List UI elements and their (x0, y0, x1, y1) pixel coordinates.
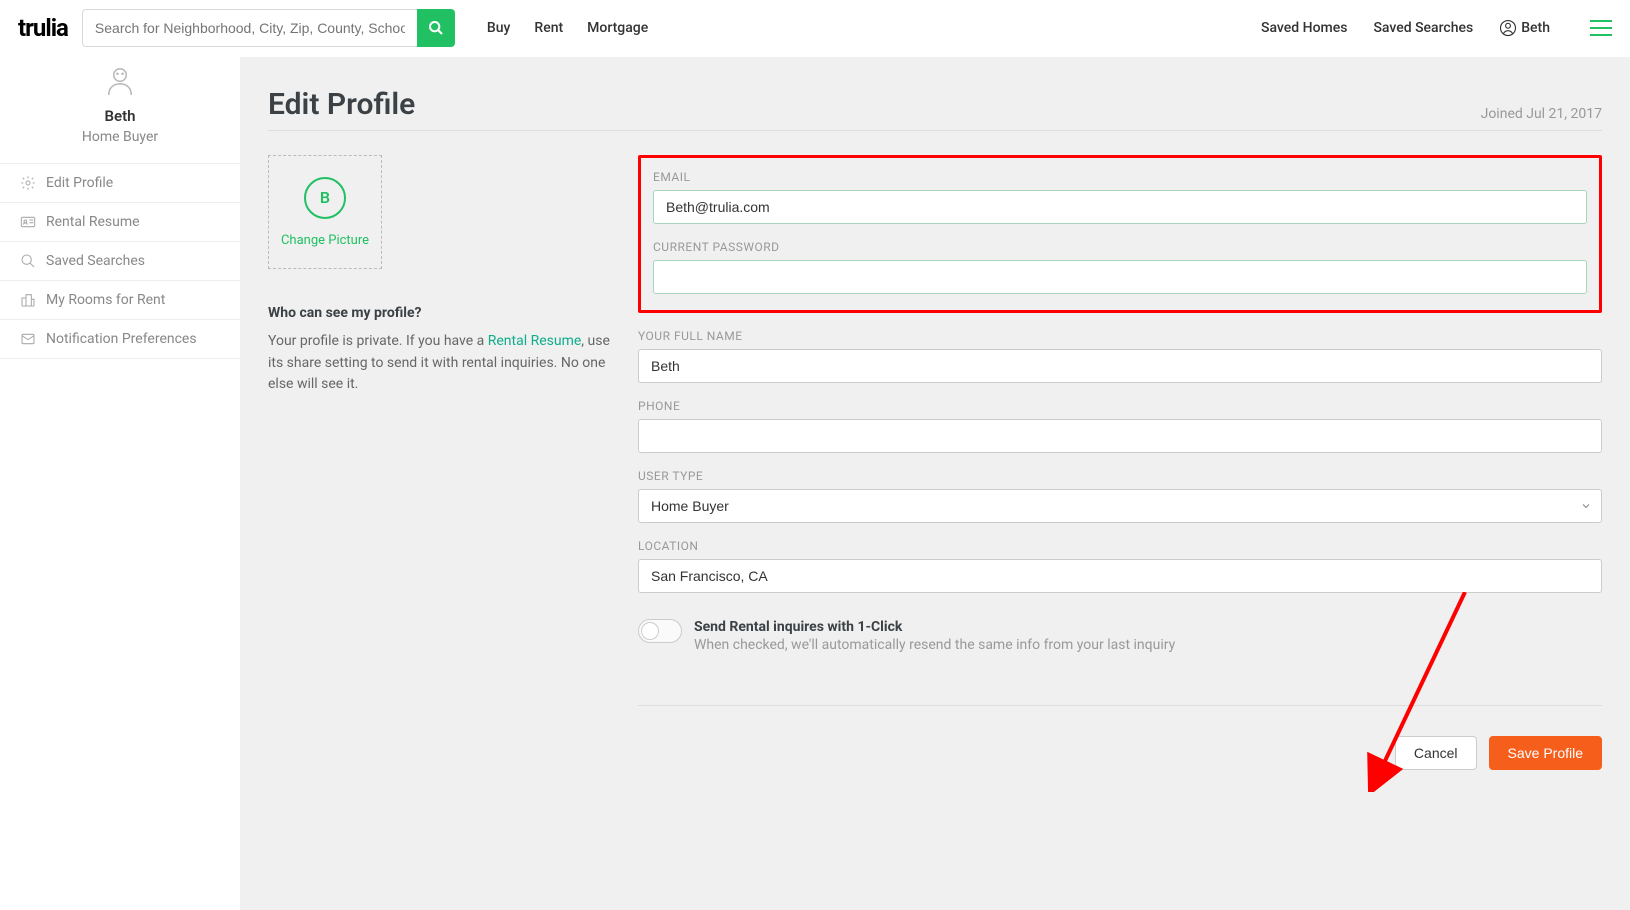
header-right: Saved Homes Saved Searches Beth (1261, 19, 1612, 37)
avatar-icon (0, 65, 240, 99)
search-wrap (82, 9, 455, 47)
search-icon (428, 20, 444, 36)
privacy-heading: Who can see my profile? (268, 305, 610, 321)
title-row: Edit Profile Joined Jul 21, 2017 (268, 87, 1602, 131)
user-type-block: USER TYPE (638, 469, 1602, 523)
location-input[interactable] (638, 559, 1602, 593)
highlight-box: EMAIL CURRENT PASSWORD (638, 155, 1602, 313)
logo[interactable]: trulia (18, 14, 68, 42)
full-name-block: YOUR FULL NAME (638, 329, 1602, 383)
change-picture-label: Change Picture (281, 233, 369, 248)
right-column: EMAIL CURRENT PASSWORD YOUR FULL NAME PH… (638, 155, 1602, 770)
one-click-title: Send Rental inquires with 1-Click (694, 619, 902, 635)
one-click-text: Send Rental inquires with 1-Click When c… (694, 619, 1175, 653)
full-name-input[interactable] (638, 349, 1602, 383)
hamburger-line-icon (1590, 27, 1612, 29)
actions-row: Cancel Save Profile (638, 705, 1602, 770)
joined-date: Joined Jul 21, 2017 (1481, 106, 1602, 122)
sidebar-item-label: Edit Profile (46, 175, 113, 191)
one-click-sub: When checked, we'll automatically resend… (694, 637, 1175, 653)
mail-icon (20, 331, 36, 347)
hamburger-line-icon (1590, 34, 1612, 36)
location-block: LOCATION (638, 539, 1602, 593)
password-label: CURRENT PASSWORD (653, 240, 1587, 254)
nav-mortgage[interactable]: Mortgage (587, 20, 648, 36)
gear-icon (20, 175, 36, 191)
user-role: Home Buyer (0, 129, 240, 145)
content: Beth Home Buyer Edit Profile Rental Resu… (0, 57, 1630, 910)
user-type-label: USER TYPE (638, 469, 1602, 483)
sidebar-item-label: Rental Resume (46, 214, 140, 230)
password-input[interactable] (653, 260, 1587, 294)
sidebar-item-label: My Rooms for Rent (46, 292, 165, 308)
privacy-text: Your profile is private. If you have a R… (268, 331, 610, 396)
buildings-icon (20, 292, 36, 308)
search-button[interactable] (417, 9, 455, 47)
password-block: CURRENT PASSWORD (653, 240, 1587, 294)
change-picture-box[interactable]: B Change Picture (268, 155, 382, 269)
one-click-row: Send Rental inquires with 1-Click When c… (638, 619, 1602, 653)
search-icon (20, 253, 36, 269)
sidebar-item-rental-resume[interactable]: Rental Resume (0, 203, 240, 242)
hamburger-line-icon (1590, 20, 1612, 22)
saved-searches-link[interactable]: Saved Searches (1373, 20, 1473, 36)
sidebar: Beth Home Buyer Edit Profile Rental Resu… (0, 57, 240, 910)
sidebar-item-label: Saved Searches (46, 253, 145, 269)
email-label: EMAIL (653, 170, 1587, 184)
sidebar-item-saved-searches[interactable]: Saved Searches (0, 242, 240, 281)
full-name-label: YOUR FULL NAME (638, 329, 1602, 343)
one-click-toggle[interactable] (638, 619, 682, 643)
avatar-initial: B (304, 177, 346, 219)
search-input[interactable] (82, 9, 417, 47)
user-icon (1499, 19, 1517, 37)
email-input[interactable] (653, 190, 1587, 224)
phone-block: PHONE (638, 399, 1602, 453)
nav-links: Buy Rent Mortgage (487, 20, 648, 36)
saved-homes-link[interactable]: Saved Homes (1261, 20, 1347, 36)
save-profile-button[interactable]: Save Profile (1489, 736, 1602, 770)
user-label: Beth (1521, 20, 1550, 36)
sidebar-item-label: Notification Preferences (46, 331, 197, 347)
rental-resume-link[interactable]: Rental Resume (488, 333, 582, 349)
nav-buy[interactable]: Buy (487, 20, 510, 36)
page-title: Edit Profile (268, 87, 415, 122)
cancel-button[interactable]: Cancel (1395, 736, 1477, 770)
user-menu[interactable]: Beth (1499, 19, 1550, 37)
user-name: Beth (0, 107, 240, 125)
sidebar-item-notifications[interactable]: Notification Preferences (0, 320, 240, 359)
sidebar-user: Beth Home Buyer (0, 57, 240, 159)
logo-text: trulia (18, 14, 68, 42)
main: Edit Profile Joined Jul 21, 2017 B Chang… (240, 57, 1630, 910)
email-block: EMAIL (653, 170, 1587, 224)
form-row: B Change Picture Who can see my profile?… (268, 155, 1602, 770)
hamburger-menu[interactable] (1590, 20, 1612, 36)
id-card-icon (20, 214, 36, 230)
sidebar-menu: Edit Profile Rental Resume Saved Searche… (0, 163, 240, 359)
sidebar-item-my-rooms[interactable]: My Rooms for Rent (0, 281, 240, 320)
header: trulia Buy Rent Mortgage Saved Homes Sav… (0, 0, 1630, 57)
privacy-text-before: Your profile is private. If you have a (268, 333, 488, 349)
user-type-select-wrap (638, 489, 1602, 523)
left-column: B Change Picture Who can see my profile?… (268, 155, 638, 770)
location-label: LOCATION (638, 539, 1602, 553)
sidebar-item-edit-profile[interactable]: Edit Profile (0, 164, 240, 203)
phone-input[interactable] (638, 419, 1602, 453)
toggle-knob-icon (641, 622, 659, 640)
phone-label: PHONE (638, 399, 1602, 413)
nav-rent[interactable]: Rent (534, 20, 563, 36)
user-type-select[interactable] (638, 489, 1602, 523)
